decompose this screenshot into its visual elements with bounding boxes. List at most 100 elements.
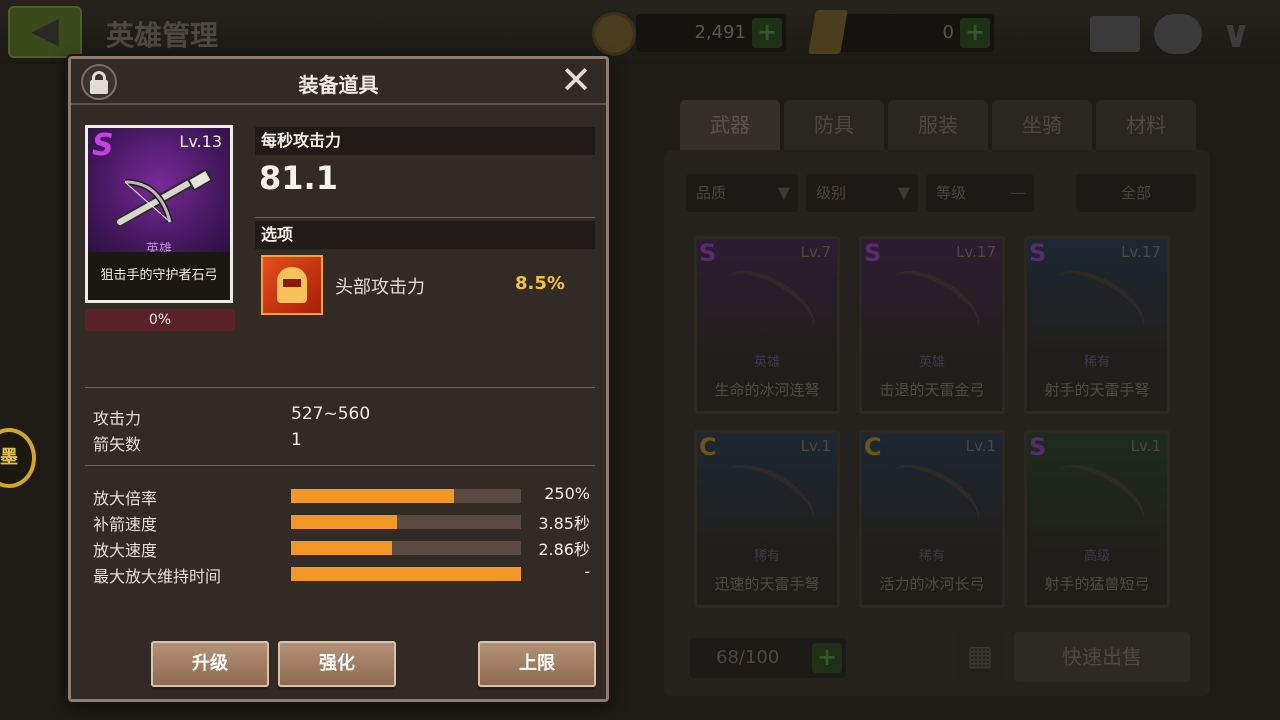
item-level: Lv.1 [800, 437, 831, 455]
item-grade: S [699, 239, 717, 267]
option-label: 头部攻击力 [335, 277, 425, 298]
level-filter[interactable]: 等级 — [926, 174, 1034, 212]
item-name: 生命的冰河连弩 [714, 381, 820, 399]
option-value: 8.5% [515, 273, 565, 294]
crossbow-icon [115, 168, 214, 227]
item-level: Lv.7 [800, 243, 831, 261]
all-filter[interactable]: 全部 [1076, 174, 1196, 212]
weapon-grade: S [92, 128, 114, 163]
item-rarity: 英雄 [753, 355, 780, 370]
helmet-icon [261, 255, 323, 315]
inventory-item-card[interactable]: S Lv.1 高级射手的猛兽短弓 [1024, 430, 1170, 608]
quality-filter[interactable]: 品质 ▼ [686, 174, 798, 212]
item-rarity: 稀有 [1083, 355, 1110, 370]
stat-bar-fill [291, 541, 393, 555]
stat-bar [291, 567, 521, 581]
divider [255, 217, 595, 218]
item-rarity: 高级 [1083, 549, 1110, 564]
attack-value: 527~560 [291, 404, 371, 424]
gold-amount: 2,491 [694, 22, 746, 43]
tab-mount[interactable]: 坐骑 [992, 100, 1092, 150]
inventory-item-card[interactable]: S Lv.7 英雄生命的冰河连弩 [694, 236, 840, 414]
quality-filter-label: 品质 [696, 184, 727, 202]
chat-icon[interactable] [1154, 14, 1202, 54]
attack-label: 攻击力 [93, 409, 142, 428]
side-badge[interactable]: 墨 [0, 428, 36, 488]
dialog-title: 装备道具 [298, 73, 379, 97]
level-filter-value: — [1010, 183, 1026, 202]
item-rarity: 稀有 [753, 549, 780, 564]
bar-label: 补箭速度 [93, 515, 158, 534]
page-title: 英雄管理 [106, 19, 219, 52]
item-grade: S [1029, 239, 1047, 267]
gold-coin-icon [592, 12, 636, 56]
inventory-item-card[interactable]: C Lv.1 稀有迅速的天雷手弩 [694, 430, 840, 608]
inventory-capacity: 68/100 + [690, 638, 846, 678]
item-rarity: 英雄 [918, 355, 945, 370]
weapon-card: S Lv.13 英雄 狙击手的守护者石弓 [85, 125, 233, 303]
grid-view-icon[interactable]: ▦ [954, 632, 1006, 682]
arrow-count-value: 1 [291, 430, 302, 450]
tab-material[interactable]: 材料 [1096, 100, 1196, 150]
gem-counter: 0 + [826, 14, 994, 52]
item-name: 击退的天雷金弓 [879, 381, 985, 399]
item-level: Lv.17 [1121, 243, 1161, 261]
gem-amount: 0 [942, 22, 954, 43]
item-level: Lv.17 [956, 243, 996, 261]
item-name: 迅速的天雷手弩 [714, 575, 820, 593]
upgrade-button[interactable]: 升级 [151, 641, 269, 687]
weapon-progress: 0% [85, 309, 235, 331]
add-gold-button[interactable]: + [752, 18, 782, 48]
tab-armor[interactable]: 防具 [784, 100, 884, 150]
mail-icon[interactable] [1090, 16, 1140, 52]
weapon-level: Lv.13 [179, 132, 222, 151]
stat-bar-fill [291, 489, 455, 503]
stat-bar [291, 541, 521, 555]
dps-label: 每秒攻击力 [255, 127, 595, 155]
grade-filter-label: 级别 [816, 184, 847, 202]
bar-value: - [584, 562, 590, 581]
gold-counter: 2,491 + [636, 14, 786, 52]
item-grade: S [864, 239, 882, 267]
weapon-art: S Lv.13 英雄 [88, 128, 230, 257]
chevron-down-icon[interactable]: ∨ [1214, 14, 1258, 58]
item-grade: S [1029, 433, 1047, 461]
weapon-name: 狙击手的守护者石弓 [88, 252, 230, 300]
quick-sell-button[interactable]: 快速出售 [1014, 632, 1190, 682]
item-name: 射手的天雷手弩 [1044, 381, 1150, 399]
expand-inventory-button[interactable]: + [812, 643, 842, 673]
inventory-item-card[interactable]: S Lv.17 英雄击退的天雷金弓 [859, 236, 1005, 414]
options-label: 选项 [255, 221, 595, 249]
tab-costume[interactable]: 服装 [888, 100, 988, 150]
bar-label: 放大速度 [93, 541, 158, 560]
item-grade: C [699, 433, 717, 461]
stat-bar [291, 515, 521, 529]
tab-weapon[interactable]: 武器 [680, 100, 780, 150]
bar-label: 放大倍率 [93, 489, 158, 508]
inventory-item-card[interactable]: C Lv.1 稀有 活力的冰河长弓 [859, 430, 1005, 608]
dps-value: 81.1 [259, 159, 338, 197]
enhance-button[interactable]: 强化 [278, 641, 396, 687]
limit-button[interactable]: 上限 [478, 641, 596, 687]
dialog-header: 装备道具 ✕ [71, 59, 606, 105]
item-rarity: 稀有 [918, 549, 945, 564]
item-level: Lv.1 [1130, 437, 1161, 455]
item-level: Lv.1 [965, 437, 996, 455]
top-bar: ◀ 英雄管理 2,491 + 0 + ∨ [0, 0, 1280, 64]
item-name: 活力的冰河长弓 [879, 575, 985, 593]
bar-label: 最大放大维持时间 [93, 567, 222, 586]
close-icon[interactable]: ✕ [556, 61, 596, 101]
item-name: 射手的猛兽短弓 [1044, 575, 1150, 593]
add-gem-button[interactable]: + [960, 18, 990, 48]
divider [85, 465, 595, 466]
back-arrow-icon[interactable]: ◀ [8, 6, 82, 58]
bar-value: 3.85秒 [538, 514, 590, 533]
bar-value: 2.86秒 [538, 540, 590, 559]
inventory-panel [664, 150, 1210, 696]
level-filter-label: 等级 [936, 184, 967, 202]
equip-item-dialog: 装备道具 ✕ S Lv.13 英雄 狙击手的守护者石弓 0% 每秒攻击力 81.… [68, 56, 609, 702]
inventory-item-card[interactable]: S Lv.17 稀有射手的天雷手弩 [1024, 236, 1170, 414]
grade-filter[interactable]: 级别 ▼ [806, 174, 918, 212]
stat-bar-fill [291, 515, 397, 529]
stat-bar [291, 489, 521, 503]
